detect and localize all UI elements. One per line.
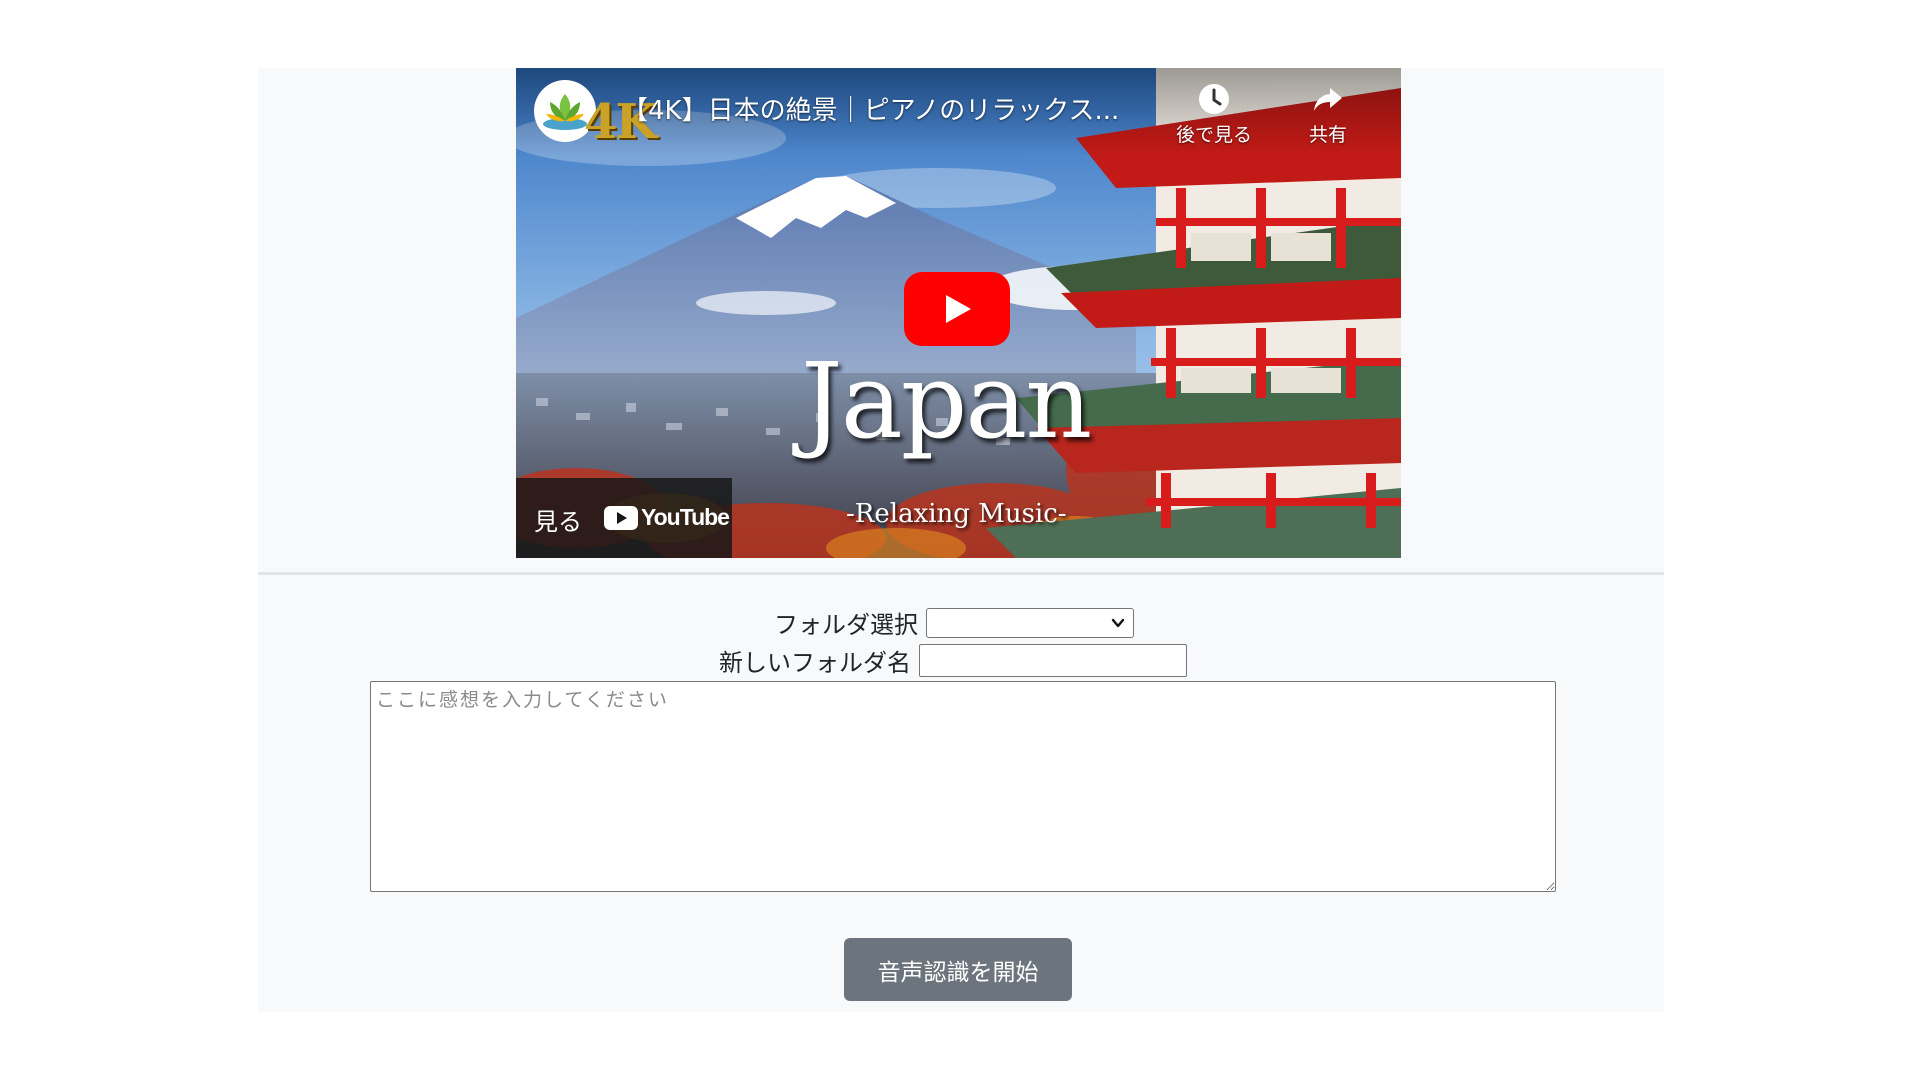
share-label: 共有: [1308, 124, 1347, 146]
watch-on-label: 見る: [534, 508, 582, 536]
watch-later-button[interactable]: 後で見る: [1164, 82, 1264, 147]
thumbnail-subtitle-text: -Relaxing Music-: [846, 499, 1067, 529]
folder-select-row: フォルダ選択: [774, 605, 1134, 640]
thumbnail-title-text: Japan: [801, 340, 1092, 462]
share-button[interactable]: 共有: [1278, 82, 1378, 147]
new-folder-row: 新しいフォルダ名: [719, 643, 1187, 678]
impression-textarea[interactable]: [370, 681, 1556, 892]
share-arrow-icon: [1314, 88, 1342, 111]
play-button[interactable]: [904, 272, 1010, 346]
youtube-embed[interactable]: 4K 【4K】日本の絶景｜ピアノのリラックス... 後で見る 共有 Japan …: [516, 68, 1401, 558]
play-icon: [946, 295, 971, 323]
start-speech-recognition-button[interactable]: 音声認識を開始: [844, 938, 1072, 1001]
watch-on-youtube-button[interactable]: 見る YouTube: [516, 478, 732, 558]
video-section: 4K 【4K】日本の絶景｜ピアノのリラックス... 後で見る 共有 Japan …: [258, 68, 1664, 573]
youtube-wordmark: YouTube: [641, 504, 730, 530]
youtube-play-icon: [604, 505, 638, 530]
new-folder-input[interactable]: [919, 644, 1187, 677]
new-folder-label: 新しいフォルダ名: [719, 649, 911, 677]
chevron-down-icon: [1111, 618, 1125, 627]
video-title[interactable]: 【4K】日本の絶景｜ピアノのリラックス...: [622, 90, 1152, 127]
folder-select[interactable]: [926, 607, 1134, 638]
folder-select-label: フォルダ選択: [774, 611, 918, 639]
main-panel: 4K 【4K】日本の絶景｜ピアノのリラックス... 後で見る 共有 Japan …: [258, 68, 1664, 1012]
watch-later-label: 後で見る: [1175, 124, 1252, 146]
clock-icon: [1199, 84, 1229, 114]
youtube-logo: YouTube: [604, 504, 730, 531]
section-divider: [258, 572, 1664, 575]
